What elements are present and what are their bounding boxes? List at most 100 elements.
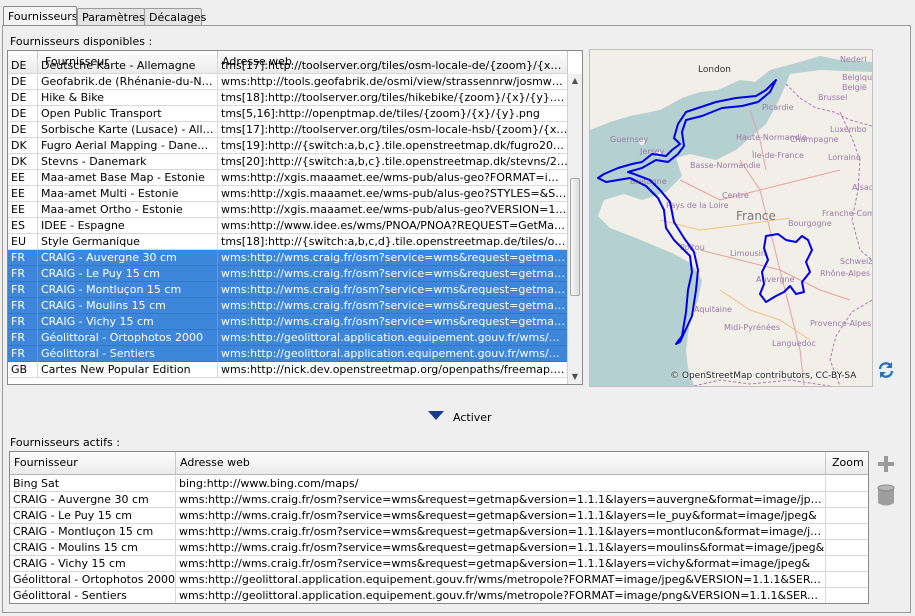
table-row[interactable]: DE Deutsche Karte - Allemagne tms[17]:http…: [8, 58, 568, 74]
provider-name-cell: Hike & Bike: [38, 90, 218, 106]
provider-url-cell: tms[20]:http://{switch:a,b,c}.tile.opens…: [221, 155, 568, 168]
tab-decalages[interactable]: Décalages: [144, 8, 206, 25]
activate-button[interactable]: Activer: [428, 410, 492, 426]
provider-url-cell: tms[17]:http://toolserver.org/tiles/osm-…: [221, 59, 568, 72]
provider-url-cell: wms:http://wms.craig.fr/osm?service=wms&…: [176, 556, 826, 572]
table-row[interactable]: CRAIG - Vichy 15 cm wms:http://wms.craig.…: [10, 556, 868, 572]
zoom-cell[interactable]: [826, 540, 868, 556]
arrow-down-icon: [428, 410, 444, 426]
map-label-guernsey: Guernsey: [610, 135, 649, 144]
column-header-zoom[interactable]: Zoom :: [826, 452, 868, 474]
table-row[interactable]: FR CRAIG - Auvergne 30 cm wms:http://wms.c…: [8, 250, 568, 266]
column-header-fournisseur[interactable]: Fournisseur: [10, 452, 176, 474]
table-row[interactable]: FR CRAIG - Moulins 15 cm wms:http://wms.cr…: [8, 298, 568, 314]
table-row[interactable]: DE Geofabrik.de (Rhénanie-du-Nord-... wms:…: [8, 74, 568, 90]
country-code-cell: DE: [8, 106, 38, 122]
table-row[interactable]: Bing Sat bing:http://www.bing.com/maps/: [10, 476, 868, 492]
table-row[interactable]: GB Cartes New Popular Edition wms:http://n…: [8, 362, 568, 378]
provider-name-cell: CRAIG - Montluçon 15 cm: [10, 524, 176, 540]
table-row[interactable]: DE Open Public Transport tms[5,16]:http://…: [8, 106, 568, 122]
country-code-cell: FR: [8, 282, 38, 298]
country-code-cell: DE: [8, 74, 38, 90]
map-label-bourgogne: Bourgogne: [788, 219, 832, 228]
coverage-map[interactable]: Haute-Normandie Picardie Basse-Normandie…: [589, 49, 873, 387]
map-label-aquitaine: Aquitaine: [694, 305, 732, 314]
table-row[interactable]: CRAIG - Auvergne 30 cm wms:http://wms.cra…: [10, 492, 868, 508]
table-row[interactable]: FR Géolittoral - Ortophotos 2000 wms:http:…: [8, 330, 568, 346]
add-icon[interactable]: [876, 454, 896, 478]
map-attribution: © OpenStreetMap contributors, CC-BY-SA: [670, 371, 857, 381]
country-code-cell: ES: [8, 218, 38, 234]
table-row[interactable]: DK Stevns - Danemark tms[20]:http://{switc…: [8, 154, 568, 170]
country-code-cell: FR: [8, 250, 38, 266]
provider-name-cell: Deutsche Karte - Allemagne: [38, 58, 218, 74]
provider-url-cell: wms:http://wms.craig.fr/osm?service=wms&…: [221, 251, 568, 264]
map-label-franche-comte: Franche-Comté: [822, 208, 872, 218]
table-row[interactable]: DK Fugro Aerial Mapping - Danemark tms[19]…: [8, 138, 568, 154]
provider-url-cell: wms:http://xgis.maaamet.ee/wms-pub/alus-…: [221, 187, 568, 200]
provider-name-cell: CRAIG - Moulins 15 cm: [10, 540, 176, 556]
provider-name-cell: Géolittoral - Sentiers: [10, 588, 176, 603]
table-row[interactable]: EE Maa-amet Multi - Estonie wms:http://xgi…: [8, 186, 568, 202]
zoom-cell[interactable]: [826, 588, 868, 603]
table-row[interactable]: CRAIG - Le Puy 15 cm wms:http://wms.craig…: [10, 508, 868, 524]
available-providers-table: Fournisseur Adresse web DE Deutsche Karte…: [7, 50, 583, 385]
country-code-cell: DE: [8, 122, 38, 138]
table-row[interactable]: FR CRAIG - Montluçon 15 cm wms:http://wms.…: [8, 282, 568, 298]
active-providers-table: Fournisseur Adresse web Zoom : Bing Sat b…: [9, 451, 869, 604]
provider-name-cell: CRAIG - Auvergne 30 cm: [38, 250, 218, 266]
table-row[interactable]: EU Style Germanique tms[18]:http://{switch…: [8, 234, 568, 250]
provider-name-cell: Maa-amet Multi - Estonie: [38, 186, 218, 202]
tab-fournisseurs[interactable]: Fournisseurs: [3, 6, 77, 26]
refresh-icon[interactable]: [876, 360, 896, 380]
country-code-cell: FR: [8, 346, 38, 362]
zoom-cell[interactable]: [826, 476, 868, 492]
provider-name-cell: Fugro Aerial Mapping - Danemark: [38, 138, 218, 154]
country-code-cell: EE: [8, 170, 38, 186]
provider-url-cell: wms:http://wms.craig.fr/osm?service=wms&…: [176, 540, 826, 556]
scroll-down-icon[interactable]: ▼: [568, 370, 582, 384]
table-row[interactable]: EE Maa-amet Base Map - Estonie wms:http://…: [8, 170, 568, 186]
zoom-cell[interactable]: [826, 492, 868, 508]
provider-name-cell: Stevns - Danemark: [38, 154, 218, 170]
delete-icon[interactable]: [876, 483, 896, 507]
provider-name-cell: Bing Sat: [10, 476, 176, 492]
table-row[interactable]: DE Sorbische Karte (Lusace) - Allema... tm…: [8, 122, 568, 138]
country-code-cell: EE: [8, 202, 38, 218]
table-row[interactable]: FR CRAIG - Le Puy 15 cm wms:http://wms.cra…: [8, 266, 568, 282]
map-label-pays-loire: Pays de la Loire: [666, 201, 729, 210]
scroll-up-icon[interactable]: ▲: [568, 74, 582, 88]
zoom-cell[interactable]: [826, 524, 868, 540]
provider-url-cell: tms[18]:http://toolserver.org/tiles/hike…: [221, 91, 568, 104]
scroll-thumb[interactable]: [570, 178, 580, 296]
country-code-cell: FR: [8, 298, 38, 314]
table-row[interactable]: Géolittoral - Sentiers wms:http://geolitt…: [10, 588, 868, 603]
map-label-languedoc: Languedoc: [772, 339, 816, 348]
tab-parametres[interactable]: Paramètres: [77, 8, 145, 25]
table-row[interactable]: Géolittoral - Ortophotos 2000 wms:http://…: [10, 572, 868, 588]
table-row[interactable]: DE Hike & Bike tms[18]:http://toolserver.o…: [8, 90, 568, 106]
column-header-adresse[interactable]: Adresse web: [176, 452, 826, 474]
map-label-belgique: Belgique: [842, 73, 872, 82]
available-scrollbar[interactable]: ▲ ▼: [567, 74, 582, 384]
zoom-cell[interactable]: [826, 556, 868, 572]
provider-url-cell: wms:http://wms.craig.fr/osm?service=wms&…: [176, 524, 826, 540]
country-code-cell: DK: [8, 138, 38, 154]
table-row[interactable]: ES IDEE - Espagne wms:http://www.idee.es/w…: [8, 218, 568, 234]
map-label-lorraine: Lorraine: [828, 153, 861, 162]
provider-url-cell: bing:http://www.bing.com/maps/: [176, 476, 826, 492]
country-code-cell: DE: [8, 58, 38, 74]
map-label-midi-pyrenees: Midi-Pyrénées: [724, 322, 780, 332]
provider-url-cell: wms:http://nick.dev.openstreetmap.org/op…: [221, 363, 568, 376]
zoom-cell[interactable]: [826, 508, 868, 524]
table-header: Fournisseur Adresse web Zoom :: [10, 452, 868, 475]
zoom-cell[interactable]: [826, 572, 868, 588]
table-row[interactable]: CRAIG - Moulins 15 cm wms:http://wms.crai…: [10, 540, 868, 556]
country-code-cell: DE: [8, 90, 38, 106]
provider-url-cell: wms:http://wms.craig.fr/osm?service=wms&…: [176, 508, 826, 524]
table-row[interactable]: EE Maa-amet Ortho - Estonie wms:http://xgi…: [8, 202, 568, 218]
table-row[interactable]: FR CRAIG - Vichy 15 cm wms:http://wms.crai…: [8, 314, 568, 330]
provider-name-cell: Maa-amet Ortho - Estonie: [38, 202, 218, 218]
table-row[interactable]: CRAIG - Montluçon 15 cm wms:http://wms.cr…: [10, 524, 868, 540]
table-row[interactable]: FR Géolittoral - Sentiers wms:http://geoli…: [8, 346, 568, 362]
